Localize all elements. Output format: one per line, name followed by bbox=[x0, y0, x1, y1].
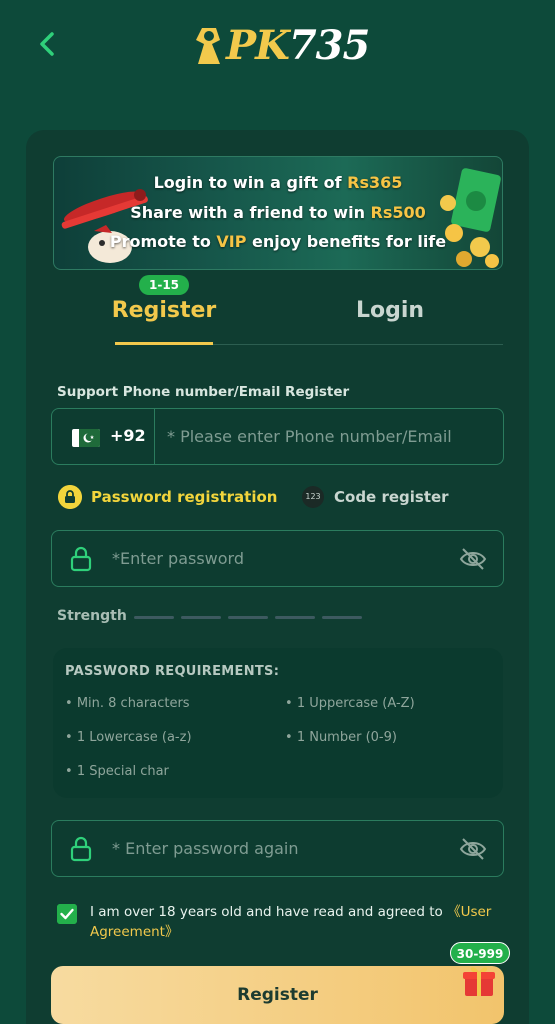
brand-logo: PK735 bbox=[192, 20, 370, 72]
requirement-item: • 1 Special char bbox=[65, 764, 169, 779]
strength-label: Strength bbox=[57, 608, 127, 624]
coins-icon bbox=[440, 168, 501, 268]
eye-off-icon[interactable] bbox=[458, 835, 488, 863]
confirm-password-input[interactable] bbox=[112, 821, 452, 876]
strength-bar-segment bbox=[134, 616, 174, 619]
logo-emblem-icon bbox=[196, 28, 220, 64]
code-123-icon[interactable]: 123 bbox=[302, 486, 324, 508]
password-registration-option[interactable]: Password registration bbox=[91, 488, 277, 506]
country-code-selector[interactable]: +92 bbox=[110, 426, 146, 445]
register-range-badge: 1-15 bbox=[139, 275, 189, 295]
requirement-item: • 1 Uppercase (A-Z) bbox=[285, 696, 415, 711]
pakistan-flag-icon bbox=[72, 429, 100, 447]
support-label: Support Phone number/Email Register bbox=[57, 384, 350, 400]
phone-email-input[interactable] bbox=[167, 409, 497, 464]
strength-bar-segment bbox=[181, 616, 221, 619]
confirm-password-field bbox=[51, 820, 504, 877]
password-requirements-box: PASSWORD REQUIREMENTS: • Min. 8 characte… bbox=[53, 648, 503, 798]
agreement-checkbox[interactable] bbox=[57, 904, 77, 924]
requirement-item: • 1 Lowercase (a-z) bbox=[65, 730, 192, 745]
gift-icon bbox=[463, 967, 495, 996]
requirement-item: • Min. 8 characters bbox=[65, 696, 190, 711]
bonus-badge: 30-999 bbox=[450, 942, 510, 964]
chevron-left-icon[interactable] bbox=[30, 26, 66, 62]
strength-bar-segment bbox=[275, 616, 315, 619]
requirement-item: • 1 Number (0-9) bbox=[285, 730, 397, 745]
requirements-title: PASSWORD REQUIREMENTS: bbox=[65, 664, 280, 679]
password-input[interactable] bbox=[112, 531, 452, 586]
agreement-text: I am over 18 years old and have read and… bbox=[90, 904, 492, 940]
top-bar: PK735 bbox=[0, 0, 555, 100]
country-code-divider bbox=[154, 409, 155, 464]
register-button[interactable]: Register bbox=[51, 966, 504, 1024]
promo-banner[interactable]: Login to win a gift of Rs365 Share with … bbox=[53, 156, 503, 270]
code-register-option[interactable]: Code register bbox=[334, 488, 449, 506]
logo-text: PK735 bbox=[226, 22, 370, 69]
tab-register[interactable]: Register bbox=[94, 298, 234, 323]
phone-email-field: +92 bbox=[51, 408, 504, 465]
lock-icon bbox=[70, 546, 92, 572]
tab-login[interactable]: Login bbox=[320, 298, 460, 323]
strength-bar-segment bbox=[322, 616, 362, 619]
lock-circle-icon[interactable] bbox=[58, 485, 82, 509]
lock-icon bbox=[70, 836, 92, 862]
active-tab-indicator bbox=[115, 342, 213, 345]
tab-divider bbox=[213, 344, 503, 345]
password-field bbox=[51, 530, 504, 587]
registration-mode-row: Password registration 123 Code register bbox=[58, 484, 498, 512]
strength-bar-segment bbox=[228, 616, 268, 619]
eye-off-icon[interactable] bbox=[458, 545, 488, 573]
